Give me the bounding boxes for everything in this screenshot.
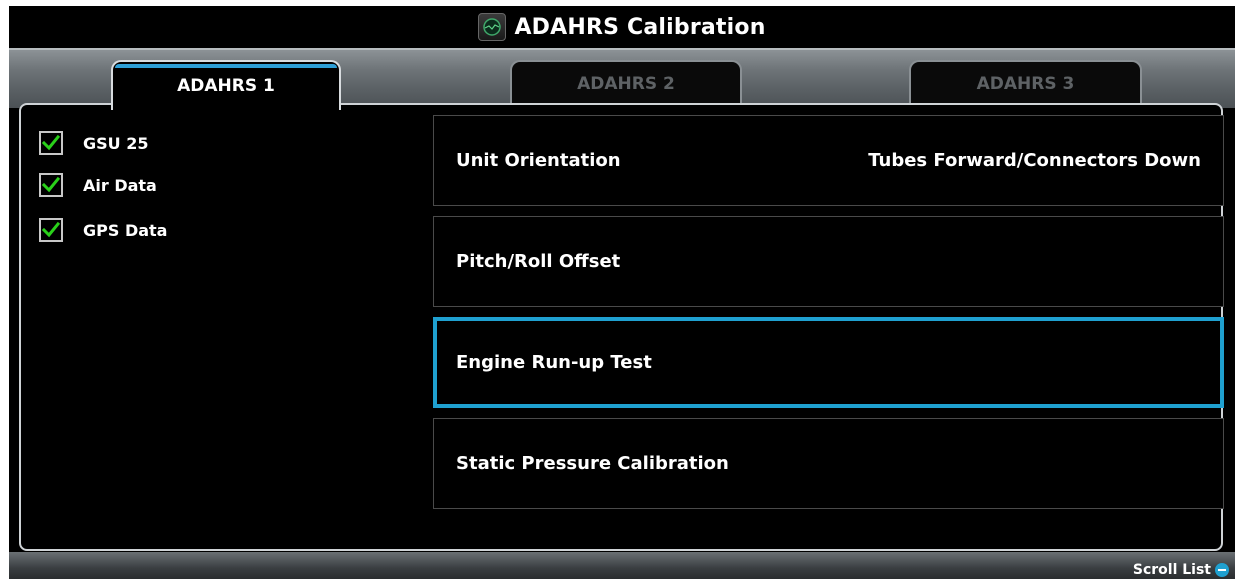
engine-run-up-test-button[interactable]: Engine Run-up Test (433, 317, 1224, 408)
title-bar: ADAHRS Calibration (9, 6, 1235, 48)
status-label: GSU 25 (83, 133, 149, 153)
sensor-status-list: GSU 25 Air Data GPS Data (39, 131, 167, 263)
calibration-menu: Unit Orientation Tubes Forward/Connector… (433, 115, 1224, 519)
checkbox-gps-data (39, 218, 63, 242)
static-pressure-calibration-button[interactable]: Static Pressure Calibration (433, 418, 1224, 509)
tab-strip: ADAHRS 1 ADAHRS 2 ADAHRS 3 (9, 48, 1235, 110)
attitude-indicator-icon (478, 13, 507, 41)
unit-orientation-button[interactable]: Unit Orientation Tubes Forward/Connector… (433, 115, 1224, 206)
menu-label: Engine Run-up Test (456, 352, 652, 373)
status-item-gps-data: GPS Data (39, 218, 167, 242)
knob-scroll-icon (1215, 563, 1229, 577)
check-icon (42, 176, 60, 193)
tab-adahrs-1[interactable]: ADAHRS 1 (111, 60, 341, 110)
status-label: GPS Data (83, 220, 168, 240)
menu-label: Pitch/Roll Offset (456, 251, 621, 272)
tab-adahrs-2[interactable]: ADAHRS 2 (510, 60, 742, 106)
menu-label: Unit Orientation (456, 150, 621, 171)
checkbox-air-data (39, 173, 63, 197)
checkbox-gsu25 (39, 131, 63, 155)
tab-content-panel: GSU 25 Air Data GPS Data Unit Orientatio… (19, 103, 1224, 551)
check-icon (42, 134, 60, 151)
check-icon (42, 221, 60, 238)
adahrs-calibration-screen: ADAHRS Calibration ADAHRS 1 ADAHRS 2 ADA… (9, 6, 1235, 579)
menu-label: Static Pressure Calibration (456, 453, 729, 474)
page-title: ADAHRS Calibration (514, 14, 766, 40)
pitch-roll-offset-button[interactable]: Pitch/Roll Offset (433, 216, 1224, 307)
bottom-bar: Scroll List (9, 552, 1235, 579)
status-item-air-data: Air Data (39, 173, 167, 197)
tab-adahrs-3[interactable]: ADAHRS 3 (909, 60, 1142, 106)
status-item-gsu25: GSU 25 (39, 131, 167, 155)
scroll-hint-label: Scroll List (1132, 562, 1211, 578)
scroll-list-hint: Scroll List (1133, 561, 1229, 579)
unit-orientation-value: Tubes Forward/Connectors Down (868, 150, 1201, 171)
status-label: Air Data (83, 175, 157, 195)
